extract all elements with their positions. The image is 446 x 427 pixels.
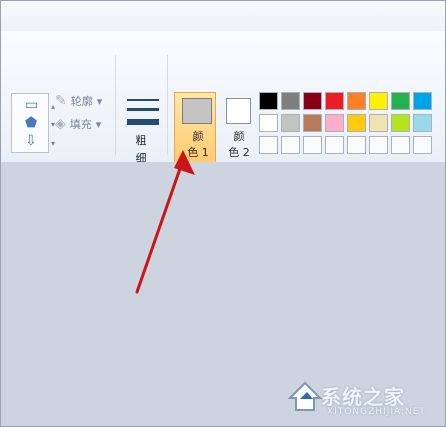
paint-window: ▭ ⬟ ⇩ ▴ ▾ ▾ ✎ 轮廓 ▾ ◈ 填充 ▾ 粗 细 ▾ 颜 色 1 — [0, 0, 446, 427]
window-top-band — [1, 1, 445, 32]
down-arrow-shape-icon[interactable]: ⇩ — [25, 134, 37, 148]
custom-color-slot[interactable] — [391, 136, 410, 154]
color-palette — [259, 92, 439, 154]
custom-color-slot[interactable] — [281, 136, 300, 154]
custom-color-slot[interactable] — [369, 136, 388, 154]
watermark: 系统之家 XITONGZHIJIA.NET — [287, 377, 442, 421]
palette-color-swatch[interactable] — [325, 92, 344, 110]
outline-label: 轮廓 — [70, 95, 93, 108]
fill-bucket-icon: ◈ — [55, 116, 66, 132]
custom-color-slot[interactable] — [303, 136, 322, 154]
watermark-logo-icon — [287, 381, 323, 411]
fill-label: 填充 — [69, 118, 92, 131]
custom-color-slot[interactable] — [347, 136, 366, 154]
pentagon-shape-icon[interactable]: ⬟ — [25, 116, 37, 130]
custom-color-slot[interactable] — [325, 136, 344, 154]
palette-color-swatch[interactable] — [303, 114, 322, 132]
palette-color-swatch[interactable] — [347, 114, 366, 132]
shapes-gallery[interactable]: ▭ ⬟ ⇩ ▴ ▾ ▾ — [11, 93, 55, 153]
palette-color-swatch[interactable] — [259, 114, 278, 132]
size-preview-icon — [127, 97, 159, 129]
palette-color-swatch[interactable] — [281, 92, 300, 110]
custom-color-slot[interactable] — [259, 136, 278, 154]
fill-button[interactable]: ◈ 填充 ▾ — [55, 115, 101, 133]
palette-color-swatch[interactable] — [347, 92, 366, 110]
watermark-text: 系统之家 — [321, 385, 405, 409]
palette-color-swatch[interactable] — [281, 114, 300, 132]
ribbon: ▭ ⬟ ⇩ ▴ ▾ ▾ ✎ 轮廓 ▾ ◈ 填充 ▾ 粗 细 ▾ 颜 色 1 — [1, 31, 445, 190]
annotation-arrow — [135, 150, 195, 294]
palette-color-swatch[interactable] — [413, 114, 432, 132]
chevron-down-icon: ▾ — [96, 94, 103, 108]
expand-gallery-icon[interactable]: ▾ — [49, 139, 57, 149]
rectangle-shape-icon[interactable]: ▭ — [25, 98, 38, 112]
chevron-down-icon: ▾ — [95, 117, 102, 131]
color-2-swatch[interactable] — [226, 98, 251, 124]
palette-color-swatch[interactable] — [391, 92, 410, 110]
group-separator — [167, 55, 168, 155]
watermark-subtext: XITONGZHIJIA.NET — [327, 407, 426, 417]
palette-color-swatch[interactable] — [325, 114, 344, 132]
palette-color-swatch[interactable] — [369, 92, 388, 110]
color-1-swatch — [182, 98, 212, 124]
outline-button[interactable]: ✎ 轮廓 ▾ — [55, 92, 102, 110]
palette-color-swatch[interactable] — [391, 114, 410, 132]
palette-color-swatch[interactable] — [259, 92, 278, 110]
pencil-icon: ✎ — [55, 93, 67, 109]
color-2-label: 颜 色 2 — [228, 130, 250, 159]
palette-color-swatch[interactable] — [369, 114, 388, 132]
group-separator — [115, 55, 116, 155]
palette-color-swatch[interactable] — [303, 92, 322, 110]
custom-color-slot[interactable] — [413, 136, 432, 154]
palette-color-swatch[interactable] — [413, 92, 432, 110]
